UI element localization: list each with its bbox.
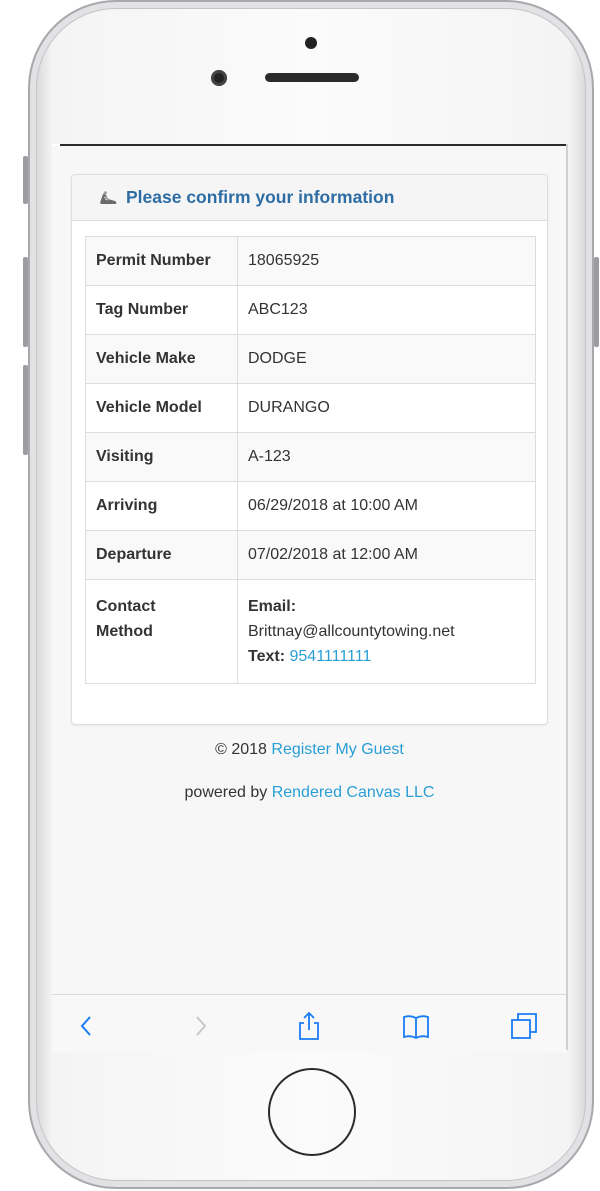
earpiece-speaker	[265, 73, 359, 82]
row-value: 18065925	[237, 236, 536, 286]
row-label: Departure	[85, 530, 238, 580]
panel-heading: Please confirm your information	[72, 175, 547, 221]
site-link[interactable]: Register My Guest	[271, 741, 403, 758]
back-icon[interactable]	[72, 1011, 102, 1041]
sneaker-icon	[98, 188, 118, 208]
row-label: Permit Number	[85, 236, 238, 286]
footer-copyright: © 2018 Register My Guest	[52, 741, 567, 759]
row-label: Vehicle Model	[85, 383, 238, 433]
row-label: Visiting	[85, 432, 238, 482]
bookmarks-icon[interactable]	[401, 1011, 431, 1041]
row-label: Contact Method	[85, 579, 238, 684]
row-value: 07/02/2018 at 12:00 AM	[237, 530, 536, 580]
table-row: Contact Method Email: Brittnay@allcounty…	[85, 579, 536, 684]
info-table: Permit Number 18065925 Tag Number ABC123 Veh…	[85, 236, 536, 684]
contact-label-line1: Contact	[96, 598, 156, 615]
share-icon[interactable]	[294, 1011, 324, 1041]
front-camera	[211, 70, 227, 86]
panel-title: Please confirm your information	[126, 187, 395, 207]
table-row: Departure 07/02/2018 at 12:00 AM	[85, 530, 536, 580]
confirm-panel: Please confirm your information Permit N…	[71, 174, 548, 725]
contact-label-line2: Method	[96, 623, 153, 640]
camera-dot	[305, 37, 317, 49]
table-row: Visiting A-123	[85, 432, 536, 482]
table-row: Vehicle Make DODGE	[85, 334, 536, 384]
table-row: Permit Number 18065925	[85, 236, 536, 286]
text-label: Text:	[248, 648, 286, 665]
row-value: ABC123	[237, 285, 536, 335]
table-row: Tag Number ABC123	[85, 285, 536, 335]
screen: Please confirm your information Permit N…	[52, 144, 567, 1052]
table-row: Arriving 06/29/2018 at 10:00 AM	[85, 481, 536, 531]
row-value: Email: Brittnay@allcountytowing.net Text…	[237, 579, 536, 684]
row-value: DURANGO	[237, 383, 536, 433]
powered-link[interactable]: Rendered Canvas LLC	[272, 784, 435, 801]
row-label: Arriving	[85, 481, 238, 531]
row-label: Vehicle Make	[85, 334, 238, 384]
power-button	[594, 257, 599, 347]
forward-icon[interactable]	[185, 1011, 215, 1041]
row-value: DODGE	[237, 334, 536, 384]
home-button[interactable]	[268, 1068, 356, 1156]
email-label: Email:	[248, 598, 297, 615]
browser-toolbar	[52, 994, 567, 1052]
copyright-text: © 2018	[215, 741, 267, 758]
row-value: A-123	[237, 432, 536, 482]
footer-powered: powered by Rendered Canvas LLC	[52, 784, 567, 802]
row-label: Tag Number	[85, 285, 238, 335]
table-row: Vehicle Model DURANGO	[85, 383, 536, 433]
powered-text: powered by	[184, 784, 268, 801]
email-value: Brittnay@allcountytowing.net	[248, 623, 455, 640]
tabs-icon[interactable]	[509, 1011, 539, 1041]
phone-link[interactable]: 9541111111	[290, 648, 372, 665]
row-value: 06/29/2018 at 10:00 AM	[237, 481, 536, 531]
screen-edge	[566, 144, 568, 1050]
